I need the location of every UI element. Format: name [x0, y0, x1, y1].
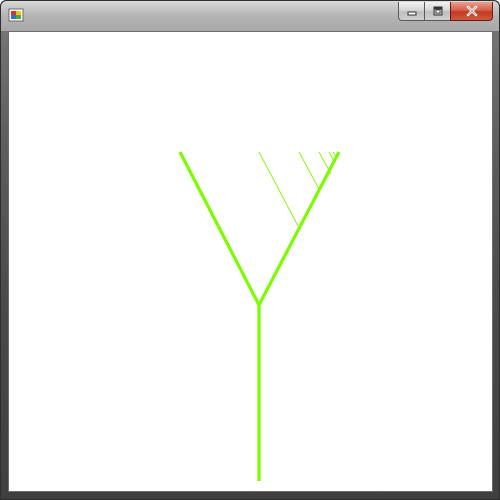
minimize-button[interactable]	[398, 2, 424, 21]
tree-branch	[318, 151, 332, 175]
title-bar[interactable]	[1, 1, 499, 31]
fractal-tree	[178, 151, 341, 481]
close-button[interactable]	[450, 2, 493, 21]
maximize-icon	[433, 6, 442, 16]
app-icon[interactable]	[8, 7, 24, 23]
close-icon	[466, 5, 477, 17]
window-controls	[398, 2, 493, 21]
tree-branch	[178, 151, 261, 306]
drawing-canvas[interactable]	[8, 31, 493, 492]
tree-branch	[298, 151, 321, 192]
minimize-icon	[407, 11, 416, 16]
app-window	[0, 0, 500, 500]
maximize-button[interactable]	[424, 2, 450, 21]
tree-branch	[258, 151, 299, 227]
